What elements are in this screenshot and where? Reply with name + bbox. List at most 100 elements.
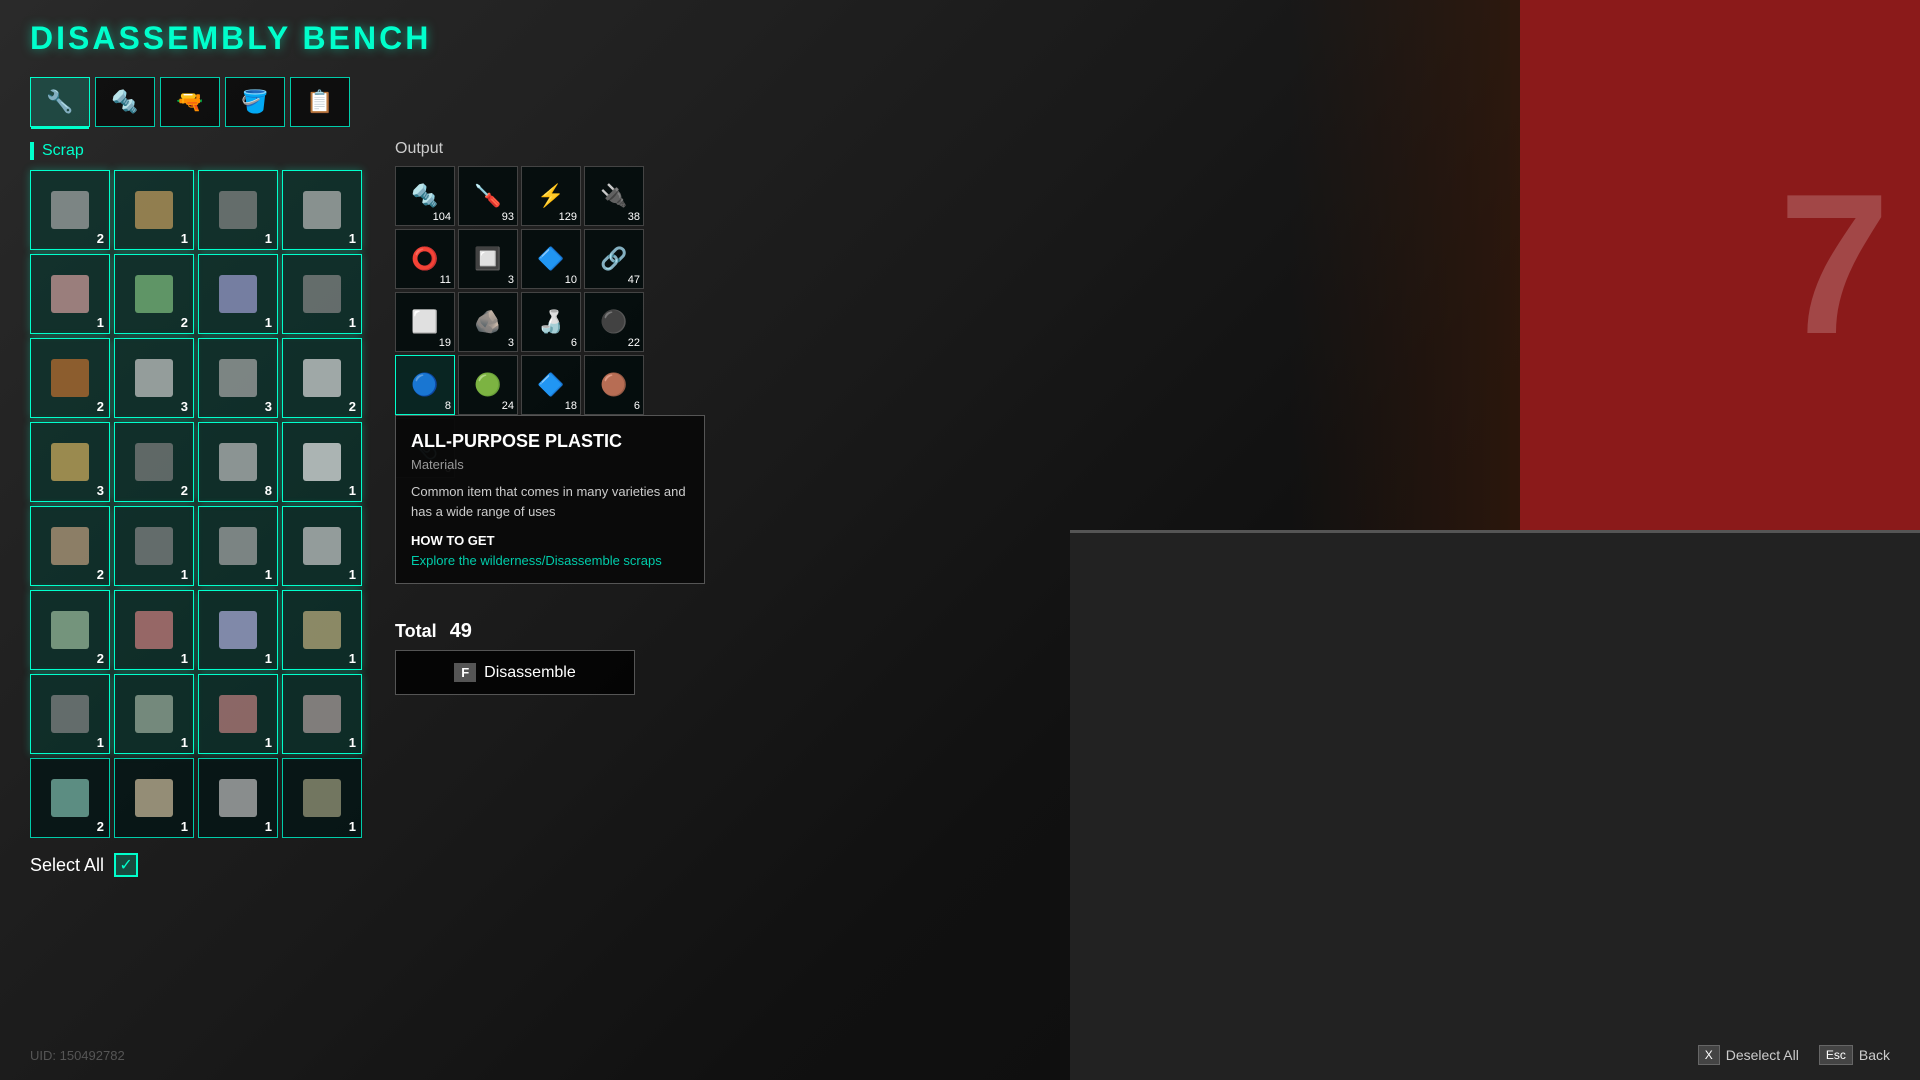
inventory-slot-5[interactable]: 2	[114, 254, 194, 334]
inventory-slot-20[interactable]: 2	[30, 590, 110, 670]
item-count-7: 1	[349, 315, 356, 330]
inventory-slot-22[interactable]: 1	[198, 590, 278, 670]
item-count-20: 2	[97, 651, 104, 666]
item-count-2: 1	[265, 231, 272, 246]
output-slot-3[interactable]: 🔌38	[584, 166, 644, 226]
output-item-icon-4: ⭕	[411, 246, 438, 272]
output-item-icon-1: 🪛	[474, 183, 501, 209]
inventory-slot-6[interactable]: 1	[198, 254, 278, 334]
output-item-count-11: 22	[628, 337, 640, 349]
output-slot-1[interactable]: 🪛93	[458, 166, 518, 226]
inventory-slot-12[interactable]: 3	[30, 422, 110, 502]
output-slot-5[interactable]: 🔲3	[458, 229, 518, 289]
output-item-count-0: 104	[433, 211, 451, 223]
inventory-slot-9[interactable]: 3	[114, 338, 194, 418]
select-all-row: Select All ✓	[30, 853, 670, 877]
item-icon-23	[300, 608, 345, 653]
tab-wrench[interactable]: 🔩	[95, 77, 155, 127]
output-slot-7[interactable]: 🔗47	[584, 229, 644, 289]
output-item-count-10: 6	[571, 337, 577, 349]
output-item-count-13: 24	[502, 400, 514, 412]
inventory-slot-23[interactable]: 1	[282, 590, 362, 670]
inventory-slot-19[interactable]: 1	[282, 506, 362, 586]
inventory-slot-10[interactable]: 3	[198, 338, 278, 418]
item-count-31: 1	[349, 819, 356, 834]
item-count-29: 1	[181, 819, 188, 834]
output-item-count-6: 10	[565, 274, 577, 286]
inventory-slot-24[interactable]: 1	[30, 674, 110, 754]
tooltip-description: Common item that comes in many varieties…	[411, 482, 689, 521]
inventory-slot-15[interactable]: 1	[282, 422, 362, 502]
item-count-12: 3	[97, 483, 104, 498]
inventory-slot-25[interactable]: 1	[114, 674, 194, 754]
output-item-icon-13: 🟢	[474, 372, 501, 398]
output-label: Output	[395, 140, 675, 158]
inventory-slot-1[interactable]: 1	[114, 170, 194, 250]
tab-book[interactable]: 📋	[290, 77, 350, 127]
gun-icon: 🔫	[176, 89, 203, 115]
output-slot-8[interactable]: ⬜19	[395, 292, 455, 352]
item-icon-15	[300, 440, 345, 485]
disassemble-button[interactable]: F Disassemble	[395, 650, 635, 695]
inventory-slot-18[interactable]: 1	[198, 506, 278, 586]
item-icon-26	[216, 692, 261, 737]
item-icon-30	[216, 776, 261, 821]
output-slot-6[interactable]: 🔷10	[521, 229, 581, 289]
deselect-all-button[interactable]: X Deselect All	[1698, 1045, 1799, 1065]
book-icon: 📋	[306, 89, 333, 115]
item-count-1: 1	[181, 231, 188, 246]
tab-tools[interactable]: 🔧	[30, 77, 90, 127]
inventory-slot-11[interactable]: 2	[282, 338, 362, 418]
output-slot-10[interactable]: 🍶6	[521, 292, 581, 352]
item-icon-31	[300, 776, 345, 821]
inventory-slot-29[interactable]: 1	[114, 758, 194, 838]
inventory-slot-21[interactable]: 1	[114, 590, 194, 670]
output-slot-13[interactable]: 🟢24	[458, 355, 518, 415]
inventory-slot-26[interactable]: 1	[198, 674, 278, 754]
item-tooltip: ALL-PURPOSE PLASTIC Materials Common ite…	[395, 415, 705, 584]
output-item-count-1: 93	[502, 211, 514, 223]
output-slot-12[interactable]: 🔵8	[395, 355, 455, 415]
item-icon-3	[300, 188, 345, 233]
bottom-bar: UID: 150492782 X Deselect All Esc Back	[30, 1045, 1890, 1065]
output-slot-0[interactable]: 🔩104	[395, 166, 455, 226]
tooltip-how-label: HOW TO GET	[411, 533, 689, 548]
inventory-slot-2[interactable]: 1	[198, 170, 278, 250]
item-count-17: 1	[181, 567, 188, 582]
inventory-slot-7[interactable]: 1	[282, 254, 362, 334]
inventory-slot-16[interactable]: 2	[30, 506, 110, 586]
back-button[interactable]: Esc Back	[1819, 1045, 1890, 1065]
tab-bucket[interactable]: 🪣	[225, 77, 285, 127]
select-all-checkbox[interactable]: ✓	[114, 853, 138, 877]
output-slot-11[interactable]: ⚫22	[584, 292, 644, 352]
inventory-slot-0[interactable]: 2	[30, 170, 110, 250]
inventory-slot-28[interactable]: 2	[30, 758, 110, 838]
output-slot-14[interactable]: 🔷18	[521, 355, 581, 415]
output-item-icon-6: 🔷	[537, 246, 564, 272]
inventory-slot-13[interactable]: 2	[114, 422, 194, 502]
item-count-19: 1	[349, 567, 356, 582]
output-item-icon-15: 🟤	[600, 372, 627, 398]
inventory-slot-27[interactable]: 1	[282, 674, 362, 754]
output-item-icon-11: ⚫	[600, 309, 627, 335]
output-slot-15[interactable]: 🟤6	[584, 355, 644, 415]
output-item-icon-10: 🍶	[537, 309, 564, 335]
output-item-icon-7: 🔗	[600, 246, 627, 272]
inventory-slot-3[interactable]: 1	[282, 170, 362, 250]
output-item-count-4: 11	[440, 274, 451, 286]
inventory-slot-31[interactable]: 1	[282, 758, 362, 838]
output-item-icon-3: 🔌	[600, 183, 627, 209]
inventory-slot-17[interactable]: 1	[114, 506, 194, 586]
tooltip-type: Materials	[411, 457, 689, 472]
inventory-slot-30[interactable]: 1	[198, 758, 278, 838]
tab-gun[interactable]: 🔫	[160, 77, 220, 127]
inventory-slot-8[interactable]: 2	[30, 338, 110, 418]
output-item-icon-14: 🔷	[537, 372, 564, 398]
inventory-slot-14[interactable]: 8	[198, 422, 278, 502]
output-slot-2[interactable]: ⚡129	[521, 166, 581, 226]
inventory-slot-4[interactable]: 1	[30, 254, 110, 334]
output-slot-4[interactable]: ⭕11	[395, 229, 455, 289]
output-item-count-2: 129	[559, 211, 577, 223]
output-slot-9[interactable]: 🪨3	[458, 292, 518, 352]
total-row: Total 49	[395, 620, 472, 643]
